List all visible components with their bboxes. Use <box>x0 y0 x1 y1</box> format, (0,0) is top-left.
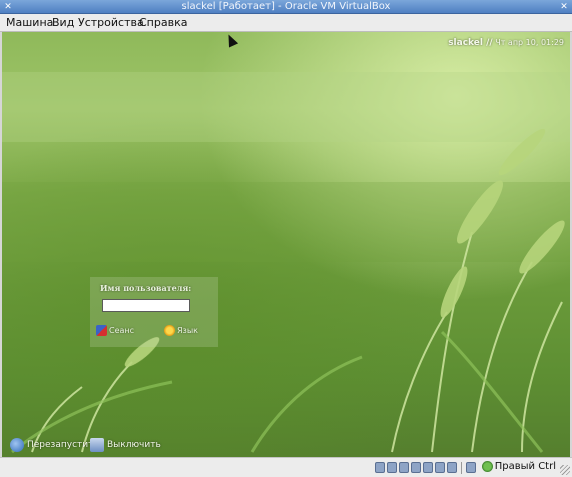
session-label: Сеанс <box>109 326 135 335</box>
shutdown-icon <box>90 438 104 452</box>
menu-machine[interactable]: Машина <box>6 16 53 30</box>
menubar: Машина Вид Устройства Справка <box>0 14 572 32</box>
close-icon[interactable]: ✕ <box>559 2 569 12</box>
mouse-integration-icon[interactable] <box>466 462 476 473</box>
session-button[interactable]: Сеанс <box>96 325 134 336</box>
menu-devices[interactable]: Устройства <box>78 16 144 30</box>
login-panel: Имя пользователя: Сеанс Язык <box>90 277 218 347</box>
username-input[interactable] <box>102 299 190 312</box>
language-icon <box>164 325 175 336</box>
window-titlebar[interactable]: ✕ slackel [Работает] - Oracle VM Virtual… <box>0 0 572 14</box>
host-key-label: Правый Ctrl <box>494 461 556 472</box>
menu-help[interactable]: Справка <box>139 16 187 30</box>
shutdown-button[interactable]: Выключить <box>90 438 161 452</box>
host-key-indicator[interactable]: Правый Ctrl <box>481 461 556 472</box>
guest-display[interactable]: slackel // Чт апр 10, 01:29 Имя пользова… <box>2 32 570 457</box>
optical-drive-icon[interactable] <box>387 462 397 473</box>
wheat-field-wallpaper <box>2 72 570 454</box>
network-icon[interactable] <box>411 462 421 473</box>
language-button[interactable]: Язык <box>164 325 198 336</box>
shutdown-label: Выключить <box>107 440 161 450</box>
statusbar: Правый Ctrl <box>0 457 572 477</box>
guest-clock: slackel // Чт апр 10, 01:29 <box>448 38 564 48</box>
menu-view[interactable]: Вид <box>52 16 74 30</box>
restart-icon <box>10 438 24 452</box>
session-icon <box>96 325 107 336</box>
hard-disk-icon[interactable] <box>375 462 385 473</box>
device-indicators <box>375 462 476 474</box>
language-label: Язык <box>177 326 198 335</box>
usb-icon[interactable] <box>399 462 409 473</box>
video-capture-icon[interactable] <box>447 462 457 473</box>
guest-datetime: Чт апр 10, 01:29 <box>495 38 564 47</box>
username-label: Имя пользователя: <box>100 283 192 293</box>
host-key-icon <box>481 461 493 472</box>
resize-grip-icon[interactable] <box>560 465 570 475</box>
restart-button[interactable]: Перезапустить <box>10 438 99 452</box>
window-title: slackel [Работает] - Oracle VM VirtualBo… <box>181 1 391 12</box>
display-icon[interactable] <box>435 462 445 473</box>
restart-label: Перезапустить <box>27 440 99 450</box>
shared-folders-icon[interactable] <box>423 462 433 473</box>
status-separator <box>461 462 462 474</box>
guest-hostname: slackel // <box>448 38 493 48</box>
